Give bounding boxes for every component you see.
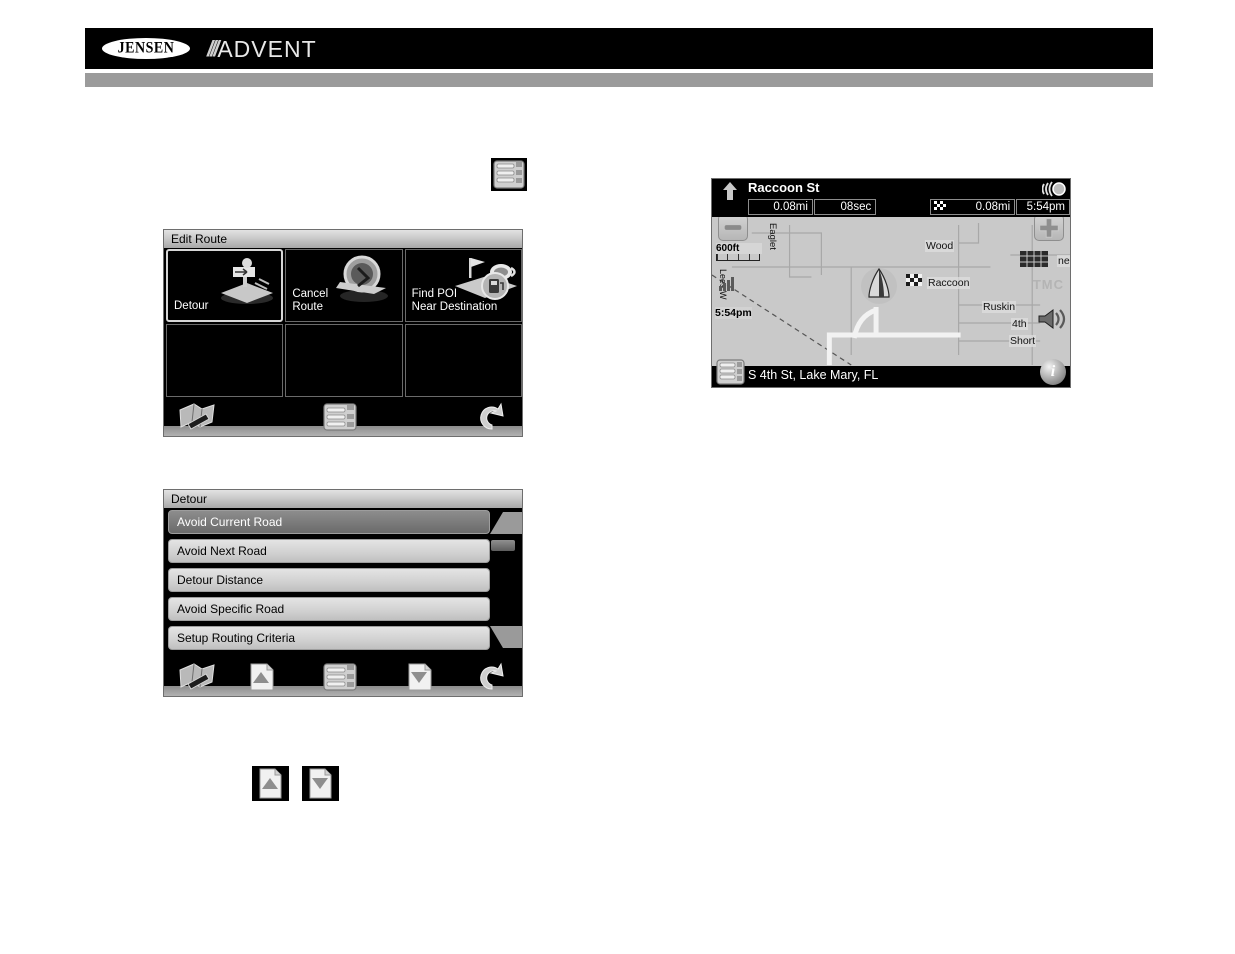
page-up-icon[interactable]: [242, 662, 280, 692]
menu-list-icon[interactable]: [715, 358, 747, 386]
eta-field: 5:54pm: [1016, 198, 1070, 215]
info-letter: i: [1050, 363, 1056, 380]
menu-list-icon-art: [493, 160, 525, 189]
zoom-in-plus-icon[interactable]: [1034, 215, 1064, 241]
advent-slashes: ///: [207, 36, 219, 61]
map-street-label: Eaglet: [767, 223, 778, 250]
map-scale: 600ft: [716, 243, 762, 261]
detour-list: Avoid Current Road Avoid Next Road Detou…: [168, 510, 490, 650]
navigation-header: Raccoon St 0.08mi 08sec 0.08mi 5:54pm: [712, 179, 1070, 217]
list-item[interactable]: Avoid Current Road: [168, 510, 490, 534]
menu-list-icon[interactable]: [491, 158, 527, 191]
distance-to-destination-value: 0.08mi: [975, 200, 1011, 213]
detour-button-label: Detour: [174, 300, 209, 312]
gps-signal-bars-icon: [719, 275, 741, 291]
map-canvas[interactable]: Eaglet Wood Raccoon Ruskin 4th Short ne …: [712, 215, 1070, 368]
distance-to-destination-field: 0.08mi: [930, 198, 1016, 215]
volume-speaker-icon[interactable]: [1036, 307, 1066, 331]
detour-toolbar: [164, 658, 522, 696]
cancel-route-icon: [328, 252, 400, 308]
list-item[interactable]: Setup Routing Criteria: [168, 626, 490, 650]
page-header-bar: JENSEN /// ADVENT: [85, 28, 1153, 69]
page-down-icon[interactable]: [302, 766, 339, 801]
find-poi-button[interactable]: Find POI Near Destination: [404, 249, 522, 322]
checkered-flag-icon: [934, 201, 947, 212]
scroll-down-arrow-icon[interactable]: [490, 626, 522, 648]
tmc-label: TMC: [1032, 277, 1064, 292]
time-to-turn-field: 08sec: [813, 198, 877, 215]
navigation-status-bar: S 4th St, Lake Mary, FL: [712, 366, 1070, 387]
empty-button-1[interactable]: [166, 324, 284, 397]
menu-list-icon[interactable]: [321, 402, 359, 432]
find-poi-button-label: Find POI Near Destination: [411, 288, 498, 313]
scroll-up-arrow-icon[interactable]: [490, 512, 522, 534]
detour-scrollbar[interactable]: [490, 510, 522, 650]
detour-button[interactable]: Detour: [166, 249, 284, 322]
navigation-info-fields: 0.08mi 08sec 0.08mi 5:54pm: [712, 198, 1070, 215]
empty-button-3[interactable]: [404, 324, 522, 397]
gps-signal-icon: [1042, 181, 1066, 197]
map-book-icon[interactable]: [178, 402, 216, 432]
map-scale-label: 600ft: [716, 243, 762, 254]
map-street-label: 4th: [1011, 318, 1028, 330]
list-item[interactable]: Avoid Next Road: [168, 539, 490, 563]
map-book-icon[interactable]: [178, 662, 216, 692]
edit-route-toolbar: [164, 398, 522, 436]
map-clock-badge: 5:54pm: [715, 307, 752, 319]
detour-screen: Detour Avoid Current Road Avoid Next Roa…: [163, 489, 523, 697]
cancel-route-button[interactable]: Cancel Route: [285, 249, 403, 322]
edit-route-title: Edit Route: [164, 230, 522, 248]
list-item[interactable]: Detour Distance: [168, 568, 490, 592]
map-street-label: Ruskin: [982, 301, 1017, 313]
info-circle-icon[interactable]: i: [1040, 359, 1066, 385]
return-arrow-icon[interactable]: [470, 402, 508, 432]
map-street-label: Raccoon: [927, 277, 971, 289]
map-scale-ruler: [716, 254, 760, 261]
jensen-logo: JENSEN: [102, 38, 190, 59]
detour-title: Detour: [164, 490, 522, 508]
vehicle-position-marker: [858, 265, 900, 307]
map-street-label: Short: [1009, 335, 1037, 347]
page-header-accent-bar: [85, 73, 1153, 87]
edit-route-screen: Edit Route Detour Cancel Route Find POI …: [163, 229, 523, 437]
navigation-map-screen: Eaglet Wood Raccoon Ruskin 4th Short ne …: [711, 178, 1071, 388]
advent-logo: /// ADVENT: [207, 37, 317, 61]
detour-sign-icon: [207, 253, 279, 309]
zoom-out-minus-icon[interactable]: [718, 215, 748, 241]
edit-route-button-grid: Detour Cancel Route Find POI Near Destin…: [166, 249, 522, 397]
map-grid-icon[interactable]: [1020, 251, 1048, 267]
map-street-label: Wood: [925, 240, 955, 252]
cancel-route-button-label: Cancel Route: [292, 288, 329, 313]
advent-logo-text: ADVENT: [217, 35, 317, 62]
current-location-text: S 4th St, Lake Mary, FL: [748, 368, 879, 382]
list-item[interactable]: Avoid Specific Road: [168, 597, 490, 621]
empty-button-2[interactable]: [285, 324, 403, 397]
scroll-thumb[interactable]: [491, 540, 515, 551]
distance-to-turn-field: 0.08mi: [748, 198, 813, 215]
checkered-flag-icon: [904, 271, 926, 291]
map-street-label: ne: [1057, 255, 1070, 267]
jensen-logo-text: JENSEN: [117, 39, 175, 57]
current-street-name: Raccoon St: [748, 180, 820, 195]
page-up-icon[interactable]: [252, 766, 289, 801]
return-arrow-icon[interactable]: [470, 662, 508, 692]
page-down-icon[interactable]: [400, 662, 438, 692]
menu-list-icon[interactable]: [321, 662, 359, 692]
